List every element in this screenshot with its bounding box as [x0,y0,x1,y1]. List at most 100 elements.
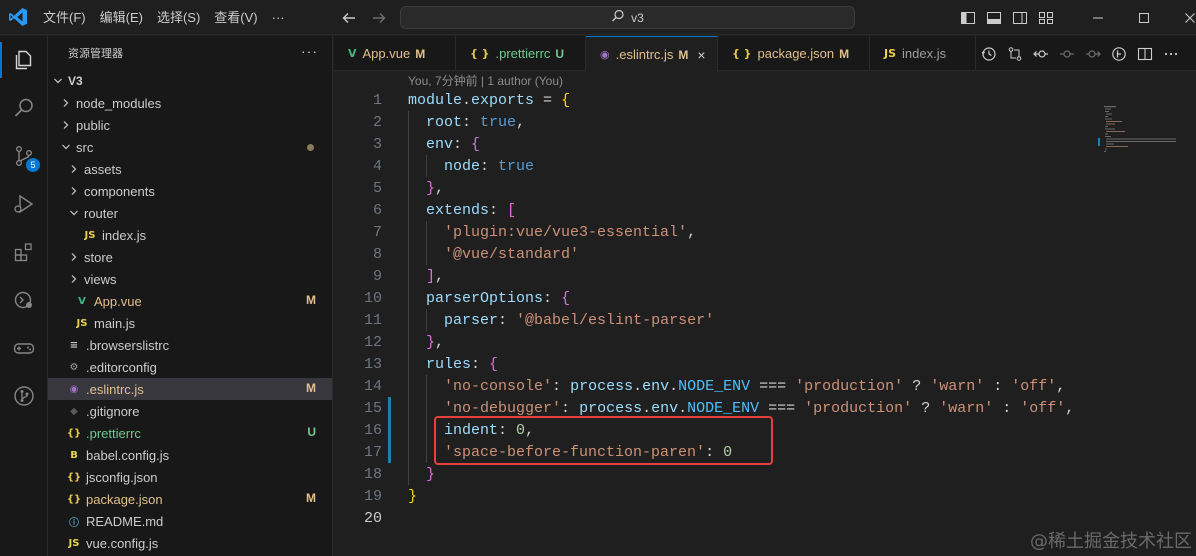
timeline-icon[interactable] [976,36,1002,71]
remote-explorer-icon[interactable] [0,276,48,324]
code-line[interactable]: 11 parser: '@babel/eslint-parser' [334,309,1196,331]
menu-bar: 文件(F) 编辑(E) 选择(S) 查看(V) ··· [36,0,292,35]
tree-item-label: .editorconfig [86,359,157,375]
code-line[interactable]: 14 'no-console': process.env.NODE_ENV ==… [334,375,1196,397]
json-file-icon: {} [66,427,82,439]
code-line[interactable]: 8 '@vue/standard' [334,243,1196,265]
code-line[interactable]: 10 parserOptions: { [334,287,1196,309]
editor-tab[interactable]: { } .prettierrc U [456,36,586,71]
game-controller-icon[interactable] [0,324,48,372]
tree-file[interactable]: ≡ .browserslistrc [48,334,332,356]
tree-file[interactable]: {} jsconfig.json [48,466,332,488]
tree-item-label: package.json [86,491,163,507]
editor-tab[interactable]: ◉ .eslintrc.js M × [586,36,718,72]
indent-guide [408,155,409,177]
indent-guide [408,309,409,331]
code-line[interactable]: 3 env: { [334,133,1196,155]
json-file-icon: {} [66,493,82,505]
indent-guide [408,463,409,485]
minimize-icon[interactable] [1075,0,1121,35]
tree-file[interactable]: JS vue.config.js [48,532,332,554]
watermark-text: @稀土掘金技术社区 [1030,531,1192,552]
code-line[interactable]: 5 }, [334,177,1196,199]
code-line[interactable]: 13 rules: { [334,353,1196,375]
open-changes-icon[interactable] [1080,36,1106,71]
menu-item[interactable]: 选择(S) [150,0,207,35]
split-editor-icon[interactable] [1132,36,1158,71]
editor-tab[interactable]: V App.vue M [334,36,456,71]
explorer-icon[interactable] [0,36,48,84]
chevron-right-icon [66,249,82,265]
code-line[interactable]: 18 } [334,463,1196,485]
tree-file[interactable]: ◉ .eslintrc.js M [48,378,332,400]
code-line[interactable]: 9 ], [334,265,1196,287]
toggle-panel-icon[interactable] [981,0,1007,35]
menu-item[interactable]: 查看(V) [207,0,264,35]
code-line[interactable]: 4 node: true [334,155,1196,177]
tree-file[interactable]: JS main.js [48,312,332,334]
maximize-icon[interactable] [1121,0,1167,35]
menu-more-button[interactable]: ··· [265,0,292,35]
tree-folder[interactable]: src [48,136,332,158]
customize-layout-icon[interactable] [1033,0,1059,35]
code-line[interactable]: 1 module.exports = { [334,89,1196,111]
tree-folder[interactable]: assets [48,158,332,180]
run-debug-icon[interactable] [0,180,48,228]
git-graph-icon[interactable] [0,372,48,420]
code-line[interactable]: 19} [334,485,1196,507]
modified-lines-gutter-marker[interactable] [388,397,391,463]
more-actions-icon[interactable] [1158,36,1184,71]
next-change-icon[interactable] [1054,36,1080,71]
editor-tab[interactable]: JS index.js [870,36,976,71]
indent-guide [408,375,409,397]
git-blame-codelens[interactable]: You, 7分钟前 | 1 author (You) [408,72,563,89]
code-line[interactable]: 12 }, [334,331,1196,353]
workspace-root[interactable]: V3 [48,70,332,92]
source-control-icon[interactable]: 5 [0,132,48,180]
code-line[interactable]: 7 'plugin:vue/vue3-essential', [334,221,1196,243]
tree-file[interactable]: V App.vue M [48,290,332,312]
folder-modified-dot [307,144,314,151]
previous-change-icon[interactable] [1028,36,1054,71]
tree-file[interactable]: {} package.json M [48,488,332,510]
code-line[interactable]: 6 extends: [ [334,199,1196,221]
chevron-down-icon [50,73,66,89]
vue-file-icon: V [78,295,86,307]
indent-guide [408,243,409,265]
tree-folder[interactable]: store [48,246,332,268]
close-icon[interactable] [1167,0,1196,35]
tab-git-status: M [415,46,426,61]
tree-folder[interactable]: router [48,202,332,224]
tab-git-status: M [678,47,689,62]
search-icon[interactable] [0,84,48,132]
toggle-secondary-sidebar-icon[interactable] [1007,0,1033,35]
tree-item-label: App.vue [94,293,142,309]
editor-tab[interactable]: { } package.json M [718,36,870,71]
tree-folder[interactable]: components [48,180,332,202]
code-line[interactable]: 20 [334,507,1196,529]
menu-item[interactable]: 编辑(E) [93,0,150,35]
tree-file[interactable]: ◆ .gitignore [48,400,332,422]
toggle-blame-icon[interactable] [1106,36,1132,71]
close-tab-icon[interactable]: × [697,47,705,63]
extensions-icon[interactable] [0,228,48,276]
minimap[interactable] [1096,106,1186,156]
compare-changes-icon[interactable] [1002,36,1028,71]
command-center-search[interactable]: v3 [400,6,855,29]
explorer-more-actions-button[interactable]: ··· [301,43,318,59]
tree-file[interactable]: JS index.js [48,224,332,246]
tree-folder[interactable]: views [48,268,332,290]
back-arrow-icon[interactable] [340,9,358,27]
tree-folder[interactable]: public [48,114,332,136]
toggle-primary-sidebar-icon[interactable] [955,0,981,35]
line-number: 18 [363,465,382,483]
indent-guide [408,221,409,243]
tree-file[interactable]: ⓘ README.md [48,510,332,532]
tree-file[interactable]: Bbabel.config.js [48,444,332,466]
tree-file[interactable]: ⚙ .editorconfig [48,356,332,378]
tree-folder[interactable]: node_modules [48,92,332,114]
code-line[interactable]: 2 root: true, [334,111,1196,133]
tree-file[interactable]: {} .prettierrc U [48,422,332,444]
forward-arrow-icon[interactable] [370,9,388,27]
menu-item[interactable]: 文件(F) [36,0,93,35]
